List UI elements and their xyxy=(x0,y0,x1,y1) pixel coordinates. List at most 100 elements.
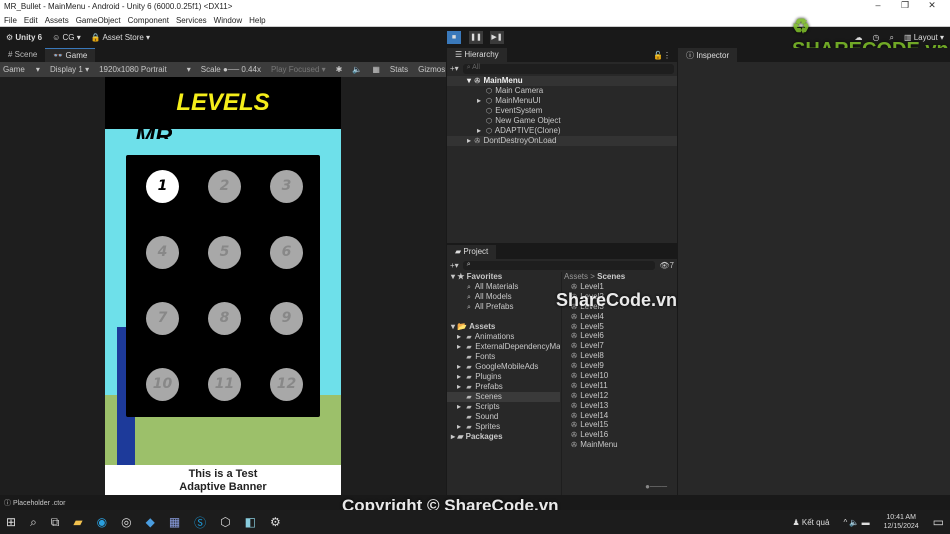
clock[interactable]: 10:41 AM 12/15/2024 xyxy=(884,513,919,531)
unity-icon[interactable]: ⚙ xyxy=(270,515,281,529)
folder-item[interactable]: ▸ ▰ GoogleMobileAds xyxy=(447,362,560,372)
skype-icon[interactable]: Ⓢ xyxy=(194,514,206,531)
level-button-3[interactable]: 3 xyxy=(270,170,303,203)
hidden-count[interactable]: 👁7 xyxy=(659,261,674,270)
create-button[interactable]: +▾ xyxy=(450,261,459,270)
file-explorer-icon[interactable]: ▰ xyxy=(73,515,82,529)
scene-mainmenu[interactable]: ▾ ✇ MainMenu xyxy=(447,76,677,86)
play-focused-dropdown[interactable]: Play Focused ▾ xyxy=(271,65,326,74)
scene-asset[interactable]: ✇ MainMenu xyxy=(562,440,677,450)
folder-item[interactable]: ▸ ▰ Plugins xyxy=(447,372,560,382)
level-button-9[interactable]: 9 xyxy=(270,302,303,335)
step-button[interactable]: ▶❚ xyxy=(490,31,504,44)
menu-help[interactable]: Help xyxy=(249,16,265,25)
lock-icon[interactable]: 🔓⋮ xyxy=(647,49,677,62)
tab-inspector[interactable]: ⓘ Inspector xyxy=(678,48,738,62)
hierarchy-item[interactable]: ▸ ⬡ MainMenuUI xyxy=(447,96,677,106)
pause-button[interactable]: ❚❚ xyxy=(469,31,483,44)
level-button-2[interactable]: 2 xyxy=(208,170,241,203)
scene-asset[interactable]: ✇ Level9 xyxy=(562,361,677,371)
menu-window[interactable]: Window xyxy=(214,16,242,25)
scene-dontdestroy[interactable]: ▸ ✇ DontDestroyOnLoad xyxy=(447,136,677,146)
menu-edit[interactable]: Edit xyxy=(24,16,38,25)
hierarchy-item[interactable]: ▸ ⬡ ADAPTIVE(Clone) xyxy=(447,126,677,136)
menu-assets[interactable]: Assets xyxy=(45,16,69,25)
audio-icon[interactable]: 🔈 xyxy=(352,65,362,74)
game-canvas[interactable]: LEVELS MR 1 2 3 4 5 6 7 8 9 10 11 12 This is a Test… xyxy=(105,77,341,495)
tab-project[interactable]: ▰ Project xyxy=(447,245,497,259)
stats-button[interactable]: Stats xyxy=(390,65,408,74)
folder-item[interactable]: ▰ Scenes xyxy=(447,392,560,402)
level-button-1[interactable]: 1 xyxy=(146,170,179,203)
close-button[interactable]: ✕ xyxy=(922,0,942,11)
hierarchy-search[interactable]: ⌕ All xyxy=(462,64,674,74)
folder-item[interactable]: ▸ ▰ Animations xyxy=(447,332,560,342)
game-mode-dropdown[interactable]: Game ▾ xyxy=(3,65,40,74)
tab-hierarchy[interactable]: ☰ Hierarchy xyxy=(447,48,507,62)
notification-widget[interactable]: ♟ Kết quả xyxy=(792,518,829,527)
scene-asset[interactable]: ✇ Level5 xyxy=(562,322,677,332)
menu-file[interactable]: File xyxy=(4,16,17,25)
tab-game[interactable]: 👓 Game xyxy=(45,48,96,62)
level-button-12[interactable]: 12 xyxy=(270,368,303,401)
scene-asset[interactable]: ✇ Level6 xyxy=(562,331,677,341)
unity-button[interactable]: ⚙ Unity 6 xyxy=(6,33,42,42)
resolution-dropdown[interactable]: 1920x1080 Portrait ▾ xyxy=(99,65,191,74)
level-button-4[interactable]: 4 xyxy=(146,236,179,269)
scene-asset[interactable]: ✇ Level14 xyxy=(562,411,677,421)
app-icon[interactable]: ◧ xyxy=(245,515,256,529)
add-button[interactable]: +▾ xyxy=(450,64,459,74)
assets-folder[interactable]: ▾ 📂 Assets xyxy=(447,322,560,332)
scene-asset[interactable]: ✇ Level13 xyxy=(562,401,677,411)
hierarchy-item[interactable]: ⬡ Main Camera xyxy=(447,86,677,96)
scene-asset[interactable]: ✇ Level4 xyxy=(562,312,677,322)
project-search[interactable]: ⌕ xyxy=(462,261,656,270)
folder-item[interactable]: ▰ Fonts xyxy=(447,352,560,362)
task-view-icon[interactable]: ⧉ xyxy=(51,515,60,530)
level-button-7[interactable]: 7 xyxy=(146,302,179,335)
menu-gameobject[interactable]: GameObject xyxy=(76,16,121,25)
scene-asset[interactable]: ✇ Level11 xyxy=(562,381,677,391)
hierarchy-item[interactable]: ⬡ EventSystem xyxy=(447,106,677,116)
status-message[interactable]: Placeholder .ctor xyxy=(13,500,66,507)
scene-asset[interactable]: ✇ Level8 xyxy=(562,351,677,361)
favorite-item[interactable]: ⌕ All Materials xyxy=(447,282,560,292)
display-dropdown[interactable]: Display 1 ▾ xyxy=(50,65,89,74)
maximize-button[interactable]: ❐ xyxy=(895,0,915,11)
level-button-11[interactable]: 11 xyxy=(208,368,241,401)
level-button-5[interactable]: 5 xyxy=(208,236,241,269)
scene-asset[interactable]: ✇ Level16 xyxy=(562,430,677,440)
tray-icons[interactable]: ^ 🔈 ▬ xyxy=(843,518,869,527)
gizmos-button[interactable]: Gizmos xyxy=(418,65,445,74)
edge-icon[interactable]: ◉ xyxy=(97,515,107,529)
scene-asset[interactable]: ✇ Level12 xyxy=(562,391,677,401)
app-icon[interactable]: ◆ xyxy=(146,515,155,529)
favorite-item[interactable]: ⌕ All Models xyxy=(447,292,560,302)
hierarchy-item[interactable]: ⬡ New Game Object xyxy=(447,116,677,126)
account-dropdown[interactable]: ☺ CG ▾ xyxy=(52,33,81,42)
zoom-slider[interactable]: ●─── xyxy=(645,482,667,491)
ad-banner[interactable]: This is a Test Adaptive Banner xyxy=(105,465,341,495)
keyboard-icon[interactable]: ▦ xyxy=(372,65,380,74)
app-icon[interactable]: ▦ xyxy=(169,515,180,529)
scene-asset[interactable]: ✇ Level15 xyxy=(562,420,677,430)
menu-services[interactable]: Services xyxy=(176,16,207,25)
level-button-8[interactable]: 8 xyxy=(208,302,241,335)
folder-item[interactable]: ▸ ▰ Sprites xyxy=(447,422,560,432)
scale-slider[interactable]: Scale ●── 0.44x xyxy=(201,65,261,74)
notifications-icon[interactable]: ▭ xyxy=(933,515,944,529)
level-button-10[interactable]: 10 xyxy=(146,368,179,401)
favorite-item[interactable]: ⌕ All Prefabs xyxy=(447,302,560,312)
app-icon[interactable]: ◎ xyxy=(121,515,131,529)
folder-item[interactable]: ▰ Sound xyxy=(447,412,560,422)
folder-item[interactable]: ▸ ▰ Prefabs xyxy=(447,382,560,392)
start-icon[interactable]: ⊞ xyxy=(6,515,16,529)
tab-scene[interactable]: # Scene xyxy=(0,48,45,62)
unity-hub-icon[interactable]: ⬡ xyxy=(220,515,230,529)
packages-folder[interactable]: ▸ ▰ Packages xyxy=(447,432,560,442)
minimize-button[interactable]: – xyxy=(868,0,888,10)
search-icon[interactable]: ⌕ xyxy=(30,515,37,530)
bug-icon[interactable]: ✱ xyxy=(336,65,343,74)
menu-component[interactable]: Component xyxy=(128,16,169,25)
folder-item[interactable]: ▸ ▰ Scripts xyxy=(447,402,560,412)
